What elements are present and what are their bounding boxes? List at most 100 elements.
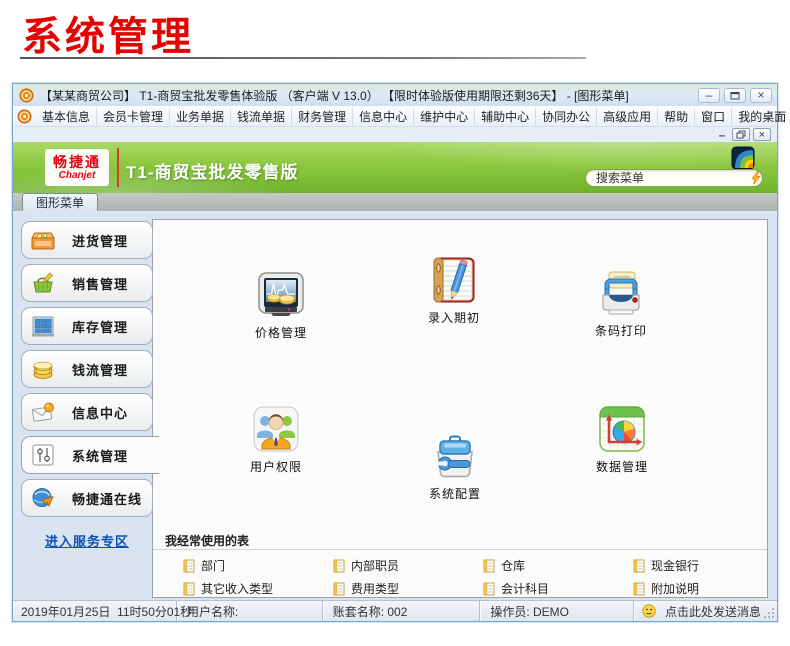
- menu-item-help[interactable]: 帮助: [658, 108, 695, 125]
- table-doc-icon: [333, 582, 345, 596]
- service-zone-link[interactable]: 进入服务专区: [21, 531, 153, 550]
- sidebar-item-label: 系统管理: [72, 446, 128, 465]
- menu-item-window[interactable]: 窗口: [695, 108, 732, 125]
- menu-item-member-card[interactable]: 会员卡管理: [97, 108, 170, 125]
- table-doc-icon: [483, 582, 495, 596]
- menu-item-basic-info[interactable]: 基本信息: [36, 108, 97, 125]
- sidebar-item-info-center[interactable]: 信息中心: [21, 393, 153, 431]
- table-doc-icon: [333, 559, 345, 573]
- menu-item-info-center[interactable]: 信息中心: [353, 108, 414, 125]
- shortcut-barcode-print[interactable]: 条码打印: [581, 269, 661, 339]
- sidebar-item-sales[interactable]: 销售管理: [21, 264, 153, 302]
- price-management-icon: [257, 271, 305, 319]
- shortcut-data-management[interactable]: 数据管理: [582, 405, 662, 475]
- status-message[interactable]: 点击此处发送消息: [634, 601, 761, 621]
- shortcut-user-permission[interactable]: 用户权限: [236, 405, 316, 475]
- shortcut-label: 价格管理: [241, 324, 321, 341]
- app-coin-icon: [19, 88, 34, 103]
- menu-item-finance[interactable]: 财务管理: [292, 108, 353, 125]
- opening-balance-icon: [430, 256, 478, 304]
- shortcut-label: 条码打印: [581, 322, 661, 339]
- sidebar: 进货管理 销售管理 库存管理: [21, 221, 161, 522]
- frequent-item-label: 费用类型: [351, 580, 399, 597]
- sidebar-item-purchase[interactable]: 进货管理: [21, 221, 153, 259]
- minimize-button[interactable]: –: [698, 88, 720, 103]
- search-box: [585, 169, 763, 187]
- frequent-table-accounting-subject[interactable]: 会计科目: [483, 580, 633, 597]
- window-title: 【某某商贸公司】 T1-商贸宝批发零售体验版 （客户端 V 13.0） 【限时体…: [40, 87, 698, 104]
- mdi-restore-button[interactable]: [732, 128, 750, 141]
- menu-item-my-desktop[interactable]: 我的桌面: [732, 108, 790, 125]
- frequent-item-label: 会计科目: [501, 580, 549, 597]
- frequent-item-label: 现金银行: [651, 557, 699, 574]
- window-controls: – ×: [698, 88, 772, 103]
- table-doc-icon: [633, 582, 645, 596]
- mdi-close-button[interactable]: ×: [753, 128, 771, 141]
- status-operator: 操作员: DEMO: [480, 601, 634, 621]
- status-account: 账套名称: 002: [323, 601, 481, 621]
- menu-item-business-docs[interactable]: 业务单据: [170, 108, 231, 125]
- sidebar-item-chanjet-online[interactable]: 畅捷通在线: [21, 479, 153, 517]
- inventory-icon: [30, 313, 56, 339]
- frequent-table-warehouse[interactable]: 仓库: [483, 557, 633, 574]
- resize-grip[interactable]: [761, 601, 777, 621]
- menu-item-advanced[interactable]: 高级应用: [597, 108, 658, 125]
- search-lightning-icon[interactable]: [751, 171, 761, 185]
- frequent-item-label: 部门: [201, 557, 225, 574]
- content-panel: 价格管理: [152, 219, 768, 598]
- logo-divider: [117, 148, 119, 187]
- sidebar-item-cashflow[interactable]: 钱流管理: [21, 350, 153, 388]
- shortcut-system-config[interactable]: 系统配置: [415, 432, 495, 502]
- shortcut-label: 系统配置: [415, 485, 495, 502]
- shortcut-label: 录入期初: [414, 309, 494, 326]
- status-datetime: 2019年01月25日 11时50分01秒: [13, 601, 177, 621]
- app-window: 【某某商贸公司】 T1-商贸宝批发零售体验版 （客户端 V 13.0） 【限时体…: [12, 83, 778, 622]
- table-doc-icon: [183, 559, 195, 573]
- chanjet-logo-en: Chanjet: [59, 170, 96, 181]
- barcode-print-icon: [597, 269, 645, 317]
- shortcut-label: 用户权限: [236, 458, 316, 475]
- sidebar-item-label: 钱流管理: [72, 360, 128, 379]
- product-title: T1-商贸宝批发零售版: [126, 158, 299, 183]
- sidebar-item-label: 进货管理: [72, 231, 128, 250]
- system-config-icon: [431, 432, 479, 480]
- sidebar-item-label: 信息中心: [72, 403, 128, 422]
- menu-item-cashflow-docs[interactable]: 钱流单据: [231, 108, 292, 125]
- frequent-table-additional-note[interactable]: 附加说明: [633, 580, 783, 597]
- frequent-table-staff[interactable]: 内部职员: [333, 557, 483, 574]
- frequent-divider: [153, 549, 767, 550]
- sidebar-item-system[interactable]: 系统管理: [21, 436, 159, 474]
- menu-item-collaboration[interactable]: 协同办公: [536, 108, 597, 125]
- smiley-icon: [642, 604, 656, 618]
- statusbar: 2019年01月25日 11时50分01秒 用户名称: 账套名称: 002 操作…: [13, 600, 777, 621]
- menubar: 基本信息 会员卡管理 业务单据 钱流单据 财务管理 信息中心 维护中心 辅助中心…: [13, 106, 777, 127]
- banner: 畅捷通 Chanjet T1-商贸宝批发零售版: [13, 142, 777, 193]
- menu-item-maintenance[interactable]: 维护中心: [414, 108, 475, 125]
- frequent-table-department[interactable]: 部门: [183, 557, 333, 574]
- search-input[interactable]: [596, 171, 751, 185]
- frequent-item-label: 附加说明: [651, 580, 699, 597]
- heading-underline: [20, 57, 586, 59]
- frequent-table-other-income-type[interactable]: 其它收入类型: [183, 580, 333, 597]
- close-button[interactable]: ×: [750, 88, 772, 103]
- shortcut-price-management[interactable]: 价格管理: [241, 271, 321, 341]
- sidebar-item-label: 库存管理: [72, 317, 128, 336]
- data-management-icon: [598, 405, 646, 453]
- tab-graphic-menu[interactable]: 图形菜单: [22, 193, 98, 211]
- frequent-item-label: 其它收入类型: [201, 580, 273, 597]
- frequent-table-expense-type[interactable]: 费用类型: [333, 580, 483, 597]
- page-title: 系统管理: [22, 4, 194, 62]
- mdi-minimize-button[interactable]: –: [715, 130, 729, 140]
- maximize-button[interactable]: [724, 88, 746, 103]
- frequent-table-cash-bank[interactable]: 现金银行: [633, 557, 783, 574]
- menu-item-assist[interactable]: 辅助中心: [475, 108, 536, 125]
- table-doc-icon: [183, 582, 195, 596]
- sidebar-item-label: 销售管理: [72, 274, 128, 293]
- table-doc-icon: [633, 559, 645, 573]
- status-message-label: 点击此处发送消息: [665, 603, 761, 620]
- theme-palette-icon[interactable]: [731, 146, 755, 170]
- cashflow-icon: [30, 356, 56, 382]
- sidebar-item-inventory[interactable]: 库存管理: [21, 307, 153, 345]
- shortcut-opening-balance[interactable]: 录入期初: [414, 256, 494, 326]
- frequent-item-label: 仓库: [501, 557, 525, 574]
